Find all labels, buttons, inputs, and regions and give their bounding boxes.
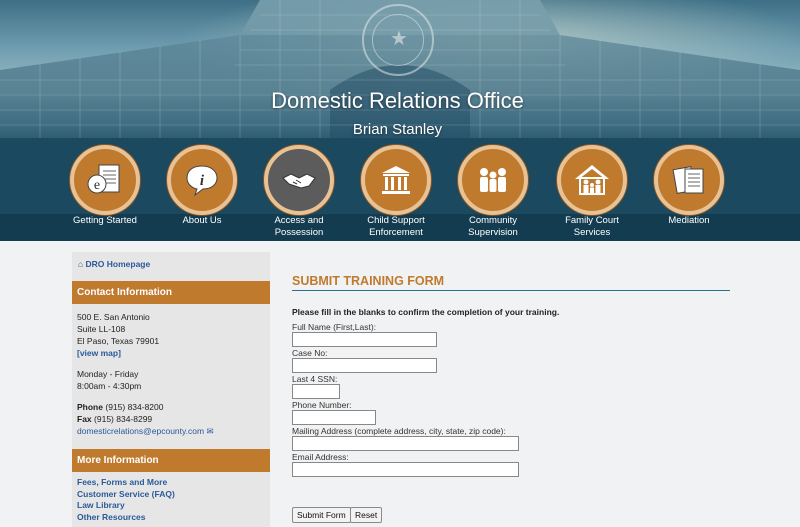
seal-inner-ring: ★ bbox=[372, 14, 424, 66]
address-line3: El Paso, Texas 79901 bbox=[77, 336, 160, 346]
email-group: Email Address: bbox=[292, 452, 730, 477]
form-title: SUBMIT TRAINING FORM bbox=[292, 274, 730, 291]
envelope-icon[interactable]: ✉ bbox=[206, 426, 213, 436]
site-header: ★ Domestic Relations Office Brian Stanle… bbox=[0, 0, 800, 241]
law-library-link[interactable]: Law Library bbox=[77, 500, 265, 512]
site-subtitle: Brian Stanley bbox=[352, 121, 443, 138]
email-row: domesticrelations@epcounty.com ✉ bbox=[77, 425, 265, 437]
nav-label: About Us bbox=[147, 215, 257, 227]
address-line2: Suite LL-108 bbox=[77, 324, 126, 334]
nav-circle[interactable]: i bbox=[167, 145, 237, 215]
phone-row: Phone (915) 834-8200 bbox=[77, 401, 265, 413]
nav-access-possession[interactable]: Access and Possession bbox=[244, 145, 354, 239]
nav-label-line1: Child Support bbox=[367, 215, 425, 226]
nav-label: Family Court Services bbox=[537, 215, 647, 239]
address-line1: 500 E. San Antonio bbox=[77, 312, 150, 322]
other-resources-link[interactable]: Other Resources bbox=[77, 512, 265, 524]
email-input[interactable] bbox=[292, 462, 519, 477]
nav-label-line2: Possession bbox=[274, 227, 324, 238]
nav-label-line2: Enforcement bbox=[369, 227, 423, 238]
dro-homepage-link[interactable]: ⌂ DRO Homepage bbox=[72, 252, 270, 281]
contact-block: 500 E. San Antonio Suite LL-108 El Paso,… bbox=[72, 304, 270, 437]
star-icon: ★ bbox=[390, 28, 408, 50]
more-links-list: Fees, Forms and More Customer Service (F… bbox=[72, 472, 270, 523]
nav-label-line2: Services bbox=[573, 227, 611, 238]
home-icon: ⌂ bbox=[78, 259, 84, 269]
county-seal: ★ bbox=[362, 4, 434, 76]
nav-mediation[interactable]: Mediation bbox=[634, 145, 744, 227]
fees-forms-link[interactable]: Fees, Forms and More bbox=[77, 477, 265, 489]
hours-time: 8:00am - 4:30pm bbox=[77, 381, 142, 391]
nav-family-court[interactable]: Family Court Services bbox=[537, 145, 647, 239]
family-house-icon bbox=[575, 165, 609, 195]
view-map-link[interactable]: [view map] bbox=[77, 347, 265, 359]
people-icon bbox=[480, 168, 506, 192]
customer-service-link[interactable]: Customer Service (FAQ) bbox=[77, 489, 265, 501]
reset-button[interactable]: Reset bbox=[350, 507, 383, 523]
phone-label: Phone bbox=[77, 402, 103, 412]
phone-number: (915) 834-8200 bbox=[105, 402, 164, 412]
email-link[interactable]: domesticrelations@epcounty.com bbox=[77, 426, 204, 436]
address-label: Mailing Address (complete address, city,… bbox=[292, 426, 506, 436]
fax-label: Fax bbox=[77, 414, 92, 424]
nav-circle[interactable] bbox=[654, 145, 724, 215]
nav-circle[interactable] bbox=[557, 145, 627, 215]
nav-label-line2: Supervision bbox=[468, 227, 518, 238]
phone-group: Phone Number: bbox=[292, 400, 730, 425]
full-name-group: Full Name (First,Last): bbox=[292, 322, 730, 347]
phone-input[interactable] bbox=[292, 410, 376, 425]
nav-community-supervision[interactable]: Community Supervision bbox=[438, 145, 548, 239]
phone-field-label: Phone Number: bbox=[292, 400, 352, 410]
nav-circle[interactable] bbox=[361, 145, 431, 215]
form-intro: Please fill in the blanks to confirm the… bbox=[292, 307, 560, 317]
nav-label-line1: About Us bbox=[182, 215, 222, 226]
nav-label: Child Support Enforcement bbox=[341, 215, 451, 239]
full-name-input[interactable] bbox=[292, 332, 437, 347]
info-icon: i bbox=[186, 165, 218, 197]
address-group: Mailing Address (complete address, city,… bbox=[292, 426, 730, 451]
dro-homepage-label: DRO Homepage bbox=[85, 259, 151, 269]
nav-child-support[interactable]: Child Support Enforcement bbox=[341, 145, 451, 239]
nav-label-line1: Access and bbox=[274, 215, 324, 226]
email-field-label: Email Address: bbox=[292, 452, 349, 462]
nav-label-line1: Mediation bbox=[668, 215, 710, 226]
nav-getting-started[interactable]: e Getting Started bbox=[50, 145, 160, 227]
ssn-label: Last 4 SSN: bbox=[292, 374, 338, 384]
contact-heading: Contact Information bbox=[72, 281, 270, 304]
nav-circle[interactable] bbox=[264, 145, 334, 215]
ssn-input[interactable] bbox=[292, 384, 340, 399]
full-name-label: Full Name (First,Last): bbox=[292, 322, 377, 332]
submit-form-button[interactable]: Submit Form bbox=[292, 507, 351, 523]
case-no-input[interactable] bbox=[292, 358, 437, 373]
more-info-heading: More Information bbox=[72, 449, 270, 472]
nav-about-us[interactable]: i About Us bbox=[147, 145, 257, 227]
nav-circle[interactable] bbox=[458, 145, 528, 215]
sidebar: ⌂ DRO Homepage Contact Information 500 E… bbox=[72, 252, 270, 527]
nav-circle[interactable]: e bbox=[70, 145, 140, 215]
case-no-group: Case No: bbox=[292, 348, 730, 373]
case-no-label: Case No: bbox=[292, 348, 328, 358]
nav-label-line1: Community bbox=[468, 215, 518, 226]
site-title: Domestic Relations Office bbox=[271, 88, 524, 113]
hours-days: Monday - Friday bbox=[77, 369, 139, 379]
training-form: SUBMIT TRAINING FORM Please fill in the … bbox=[292, 274, 730, 477]
e-document-icon: e bbox=[87, 164, 120, 194]
more-info-section: More Information Fees, Forms and More Cu… bbox=[72, 449, 270, 523]
svg-text:e: e bbox=[94, 178, 100, 193]
nav-label: Access and Possession bbox=[244, 215, 354, 239]
documents-icon bbox=[672, 166, 704, 194]
fax-number: (915) 834-8299 bbox=[94, 414, 153, 424]
nav-label-line1: Getting Started bbox=[73, 215, 137, 226]
nav-label: Community Supervision bbox=[438, 215, 548, 239]
address-input[interactable] bbox=[292, 436, 519, 451]
ssn-group: Last 4 SSN: bbox=[292, 374, 730, 399]
courthouse-icon bbox=[382, 166, 410, 194]
fax-row: Fax (915) 834-8299 bbox=[77, 413, 265, 425]
nav-label: Mediation bbox=[634, 215, 744, 227]
handshake-icon bbox=[282, 173, 316, 189]
nav-label-line1: Family Court bbox=[565, 215, 619, 226]
nav-label: Getting Started bbox=[50, 215, 160, 227]
